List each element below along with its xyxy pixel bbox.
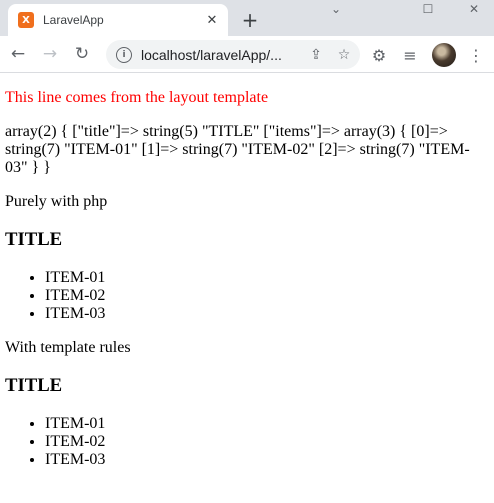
reading-list-icon[interactable]: ≡ xyxy=(396,41,424,69)
section-label-php: Purely with php xyxy=(5,193,108,210)
item-list-template: ITEM-01 ITEM-02 ITEM-03 xyxy=(5,415,489,469)
section-heading-php: TITLE xyxy=(5,229,63,250)
forward-icon[interactable]: → xyxy=(36,40,64,68)
layout-template-line: This line comes from the layout template xyxy=(5,89,269,106)
list-item: ITEM-02 xyxy=(45,287,489,305)
list-item: ITEM-03 xyxy=(45,451,489,469)
section-label-template: With template rules xyxy=(5,339,131,356)
list-item: ITEM-03 xyxy=(45,305,489,323)
share-icon[interactable]: ⇪ xyxy=(304,43,328,67)
close-icon[interactable]: ✕ xyxy=(202,10,222,30)
tab-title: LaravelApp xyxy=(43,13,104,27)
page-content: This line comes from the layout template… xyxy=(0,89,494,469)
star-icon[interactable]: ☆ xyxy=(332,43,356,67)
favicon-icon: X xyxy=(18,12,34,28)
list-item: ITEM-01 xyxy=(45,415,489,433)
minimize-icon[interactable]: ⌄ xyxy=(316,0,356,18)
item-list-php: ITEM-01 ITEM-02 ITEM-03 xyxy=(5,269,489,323)
window-close-icon[interactable]: ✕ xyxy=(454,0,494,18)
browser-toolbar: ← → ↻ i localhost/laravelApp/... ⇪ ☆ ⚙ ≡… xyxy=(0,36,494,73)
tab-strip: X LaravelApp ✕ + ⌄ ☐ ✕ xyxy=(0,0,494,36)
menu-icon[interactable]: ⋮ xyxy=(462,41,490,69)
url-text[interactable]: localhost/laravelApp/... xyxy=(141,47,304,63)
reload-icon[interactable]: ↻ xyxy=(68,40,96,68)
list-item: ITEM-01 xyxy=(45,269,489,287)
section-heading-template: TITLE xyxy=(5,375,63,396)
plus-icon[interactable]: + xyxy=(238,8,262,32)
address-bar[interactable]: i localhost/laravelApp/... ⇪ ☆ xyxy=(106,40,360,69)
browser-tab[interactable]: X LaravelApp ✕ xyxy=(8,4,228,36)
avatar[interactable] xyxy=(432,43,456,67)
extensions-icon[interactable]: ⚙ xyxy=(365,41,393,69)
var-dump-output: array(2) { ["title"]=> string(5) "TITLE"… xyxy=(5,123,470,176)
maximize-icon[interactable]: ☐ xyxy=(408,0,448,18)
site-info-icon[interactable]: i xyxy=(116,46,132,63)
back-icon[interactable]: ← xyxy=(4,40,32,68)
list-item: ITEM-02 xyxy=(45,433,489,451)
